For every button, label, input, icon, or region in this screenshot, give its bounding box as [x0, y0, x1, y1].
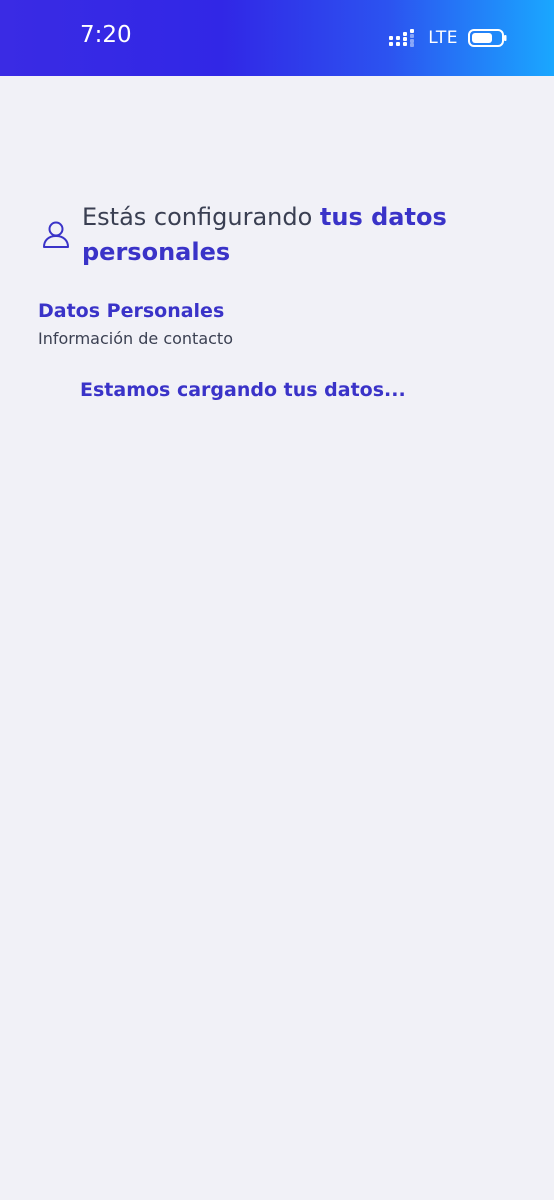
- battery-icon: [468, 29, 507, 47]
- header-title: Estás configurando tus datos personales: [82, 200, 510, 270]
- status-indicators: LTE: [388, 26, 508, 50]
- status-bar: 7:20 LTE: [0, 0, 554, 76]
- loading-message: Estamos cargando tus datos...: [80, 379, 406, 401]
- network-type: LTE: [428, 28, 458, 48]
- signal-icon: [389, 29, 415, 47]
- section-title: Datos Personales: [38, 300, 225, 322]
- user-icon: [43, 221, 69, 248]
- section-subtitle: Información de contacto: [38, 329, 233, 348]
- setup-header: Estás configurando tus datos personales: [40, 200, 510, 270]
- status-time: 7:20: [80, 22, 132, 48]
- header-prefix: Estás configurando: [82, 203, 320, 231]
